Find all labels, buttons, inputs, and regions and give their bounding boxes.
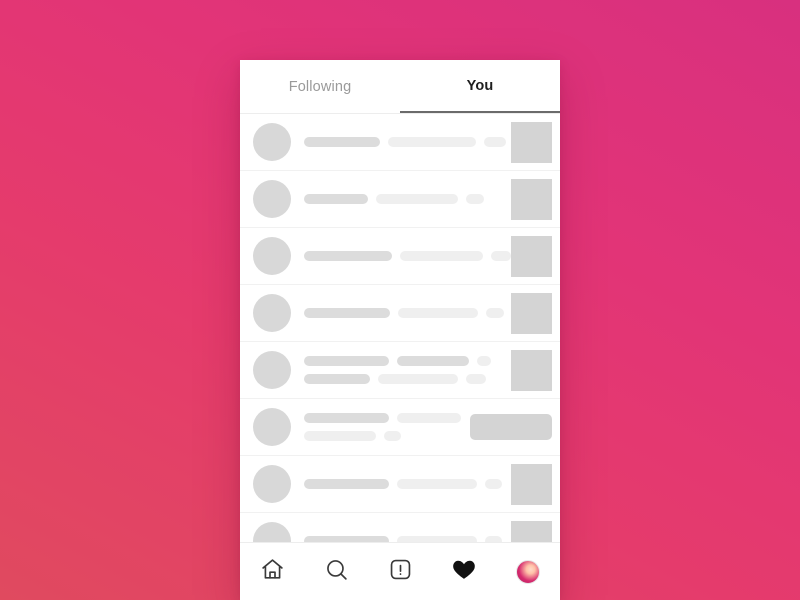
placeholder-pill [384,431,401,441]
placeholder-line [304,137,506,147]
placeholder-line [304,356,503,366]
avatar [253,408,291,446]
placeholder-pill [304,308,390,318]
post-thumbnail[interactable] [511,463,552,505]
post-thumbnail[interactable] [511,178,552,220]
avatar [253,237,291,275]
tab-following-label: Following [288,78,352,95]
post-thumbnail[interactable] [511,292,552,334]
post-thumbnail[interactable] [511,235,552,277]
row-placeholder-text [291,356,511,384]
table-row[interactable] [240,114,560,171]
placeholder-pill [486,308,504,318]
avatar [253,351,291,389]
placeholder-pill [400,251,483,261]
placeholder-line [304,431,462,441]
placeholder-pill [397,413,461,423]
home-icon [260,557,285,587]
placeholder-pill [304,137,380,147]
placeholder-pill [485,479,502,489]
placeholder-line [304,374,503,384]
nav-item-home[interactable] [240,543,304,600]
row-placeholder-text [291,308,511,318]
placeholder-pill [378,374,458,384]
profile-avatar-icon [516,559,540,584]
add-post-icon [388,557,413,587]
placeholder-line [304,194,503,204]
tab-following[interactable]: Following [240,60,400,113]
nav-item-search[interactable] [304,543,368,600]
row-placeholder-text [291,251,511,261]
placeholder-pill [304,251,392,261]
placeholder-pill [304,413,389,423]
avatar [253,123,291,161]
table-row[interactable] [240,171,560,228]
avatar [253,294,291,332]
row-placeholder-text [291,413,470,441]
placeholder-pill [304,374,370,384]
post-thumbnail[interactable] [511,349,552,391]
placeholder-pill [397,479,477,489]
nav-item-activity[interactable] [432,543,496,600]
table-row[interactable] [240,513,560,544]
bottom-navigation-bar [240,542,560,600]
row-placeholder-text [291,479,511,489]
post-thumbnail[interactable] [511,121,552,163]
placeholder-pill [484,137,506,147]
nav-item-add-post[interactable] [368,543,432,600]
placeholder-pill [397,356,469,366]
table-row[interactable] [240,285,560,342]
post-thumbnail[interactable] [511,520,552,544]
follow-button[interactable] [470,414,552,440]
placeholder-line [304,308,504,318]
tab-bar: Following You [240,60,560,114]
placeholder-pill [376,194,458,204]
search-icon [324,557,349,587]
placeholder-pill [304,479,389,489]
placeholder-pill [304,356,389,366]
phone-screen: Following You [240,60,560,600]
placeholder-line [304,479,503,489]
placeholder-pill [466,374,486,384]
row-placeholder-text [291,137,511,147]
table-row[interactable] [240,456,560,513]
placeholder-pill [388,137,476,147]
row-placeholder-text [291,194,511,204]
placeholder-pill [491,251,511,261]
table-row[interactable] [240,399,560,456]
placeholder-pill [477,356,491,366]
avatar [253,180,291,218]
placeholder-line [304,251,511,261]
placeholder-line [304,413,462,423]
table-row[interactable] [240,228,560,285]
placeholder-pill [466,194,484,204]
placeholder-pill [304,431,376,441]
table-row[interactable] [240,342,560,399]
nav-item-profile[interactable] [496,543,560,600]
placeholder-pill [304,194,368,204]
tab-you-label: You [466,77,494,94]
avatar [253,522,291,544]
heart-icon [451,556,477,587]
placeholder-pill [398,308,478,318]
tab-you[interactable]: You [400,60,560,113]
notifications-list[interactable] [240,114,560,544]
avatar [253,465,291,503]
